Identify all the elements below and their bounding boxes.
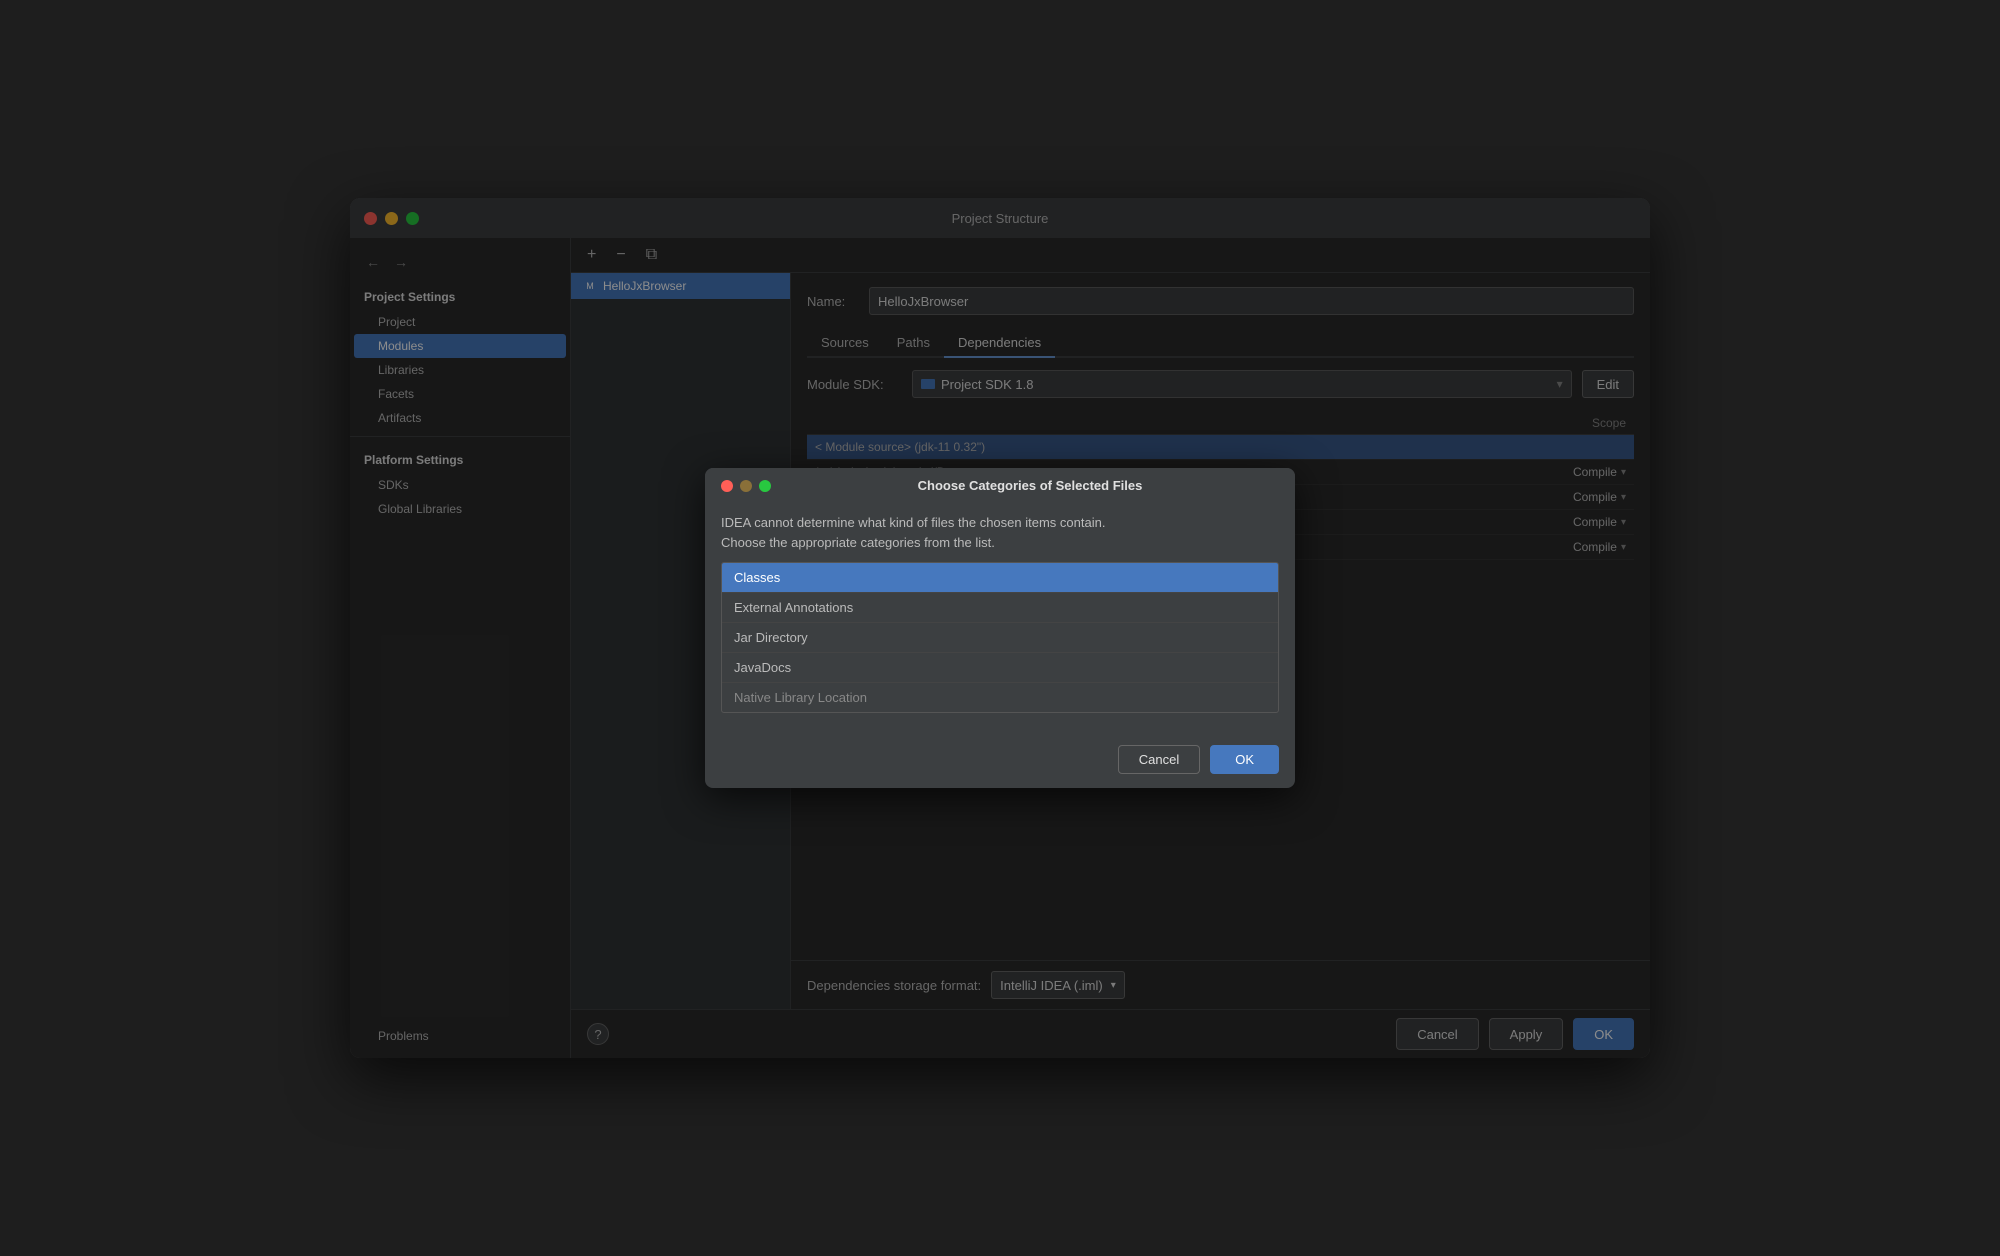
modal-overlay: Choose Categories of Selected Files IDEA… xyxy=(350,198,1650,1058)
modal-footer: Cancel OK xyxy=(705,737,1295,788)
modal-body: IDEA cannot determine what kind of files… xyxy=(705,501,1295,737)
modal-title: Choose Categories of Selected Files xyxy=(781,478,1279,493)
modal-titlebar: Choose Categories of Selected Files xyxy=(705,468,1295,501)
modal-list-item-javadocs[interactable]: JavaDocs xyxy=(722,653,1278,683)
modal-list-item-classes[interactable]: Classes xyxy=(722,563,1278,593)
modal-dialog: Choose Categories of Selected Files IDEA… xyxy=(705,468,1295,788)
modal-list: Classes External Annotations Jar Directo… xyxy=(721,562,1279,713)
modal-list-item-external-annotations[interactable]: External Annotations xyxy=(722,593,1278,623)
modal-description: IDEA cannot determine what kind of files… xyxy=(721,513,1279,552)
modal-close-button[interactable] xyxy=(721,480,733,492)
modal-controls xyxy=(721,480,771,492)
modal-maximize-button[interactable] xyxy=(759,480,771,492)
modal-cancel-button[interactable]: Cancel xyxy=(1118,745,1200,774)
main-window: Project Structure ← → Project Settings P… xyxy=(350,198,1650,1058)
modal-list-item-jar-directory[interactable]: Jar Directory xyxy=(722,623,1278,653)
modal-minimize-button[interactable] xyxy=(740,480,752,492)
modal-ok-button[interactable]: OK xyxy=(1210,745,1279,774)
modal-list-item-native-library[interactable]: Native Library Location xyxy=(722,683,1278,712)
